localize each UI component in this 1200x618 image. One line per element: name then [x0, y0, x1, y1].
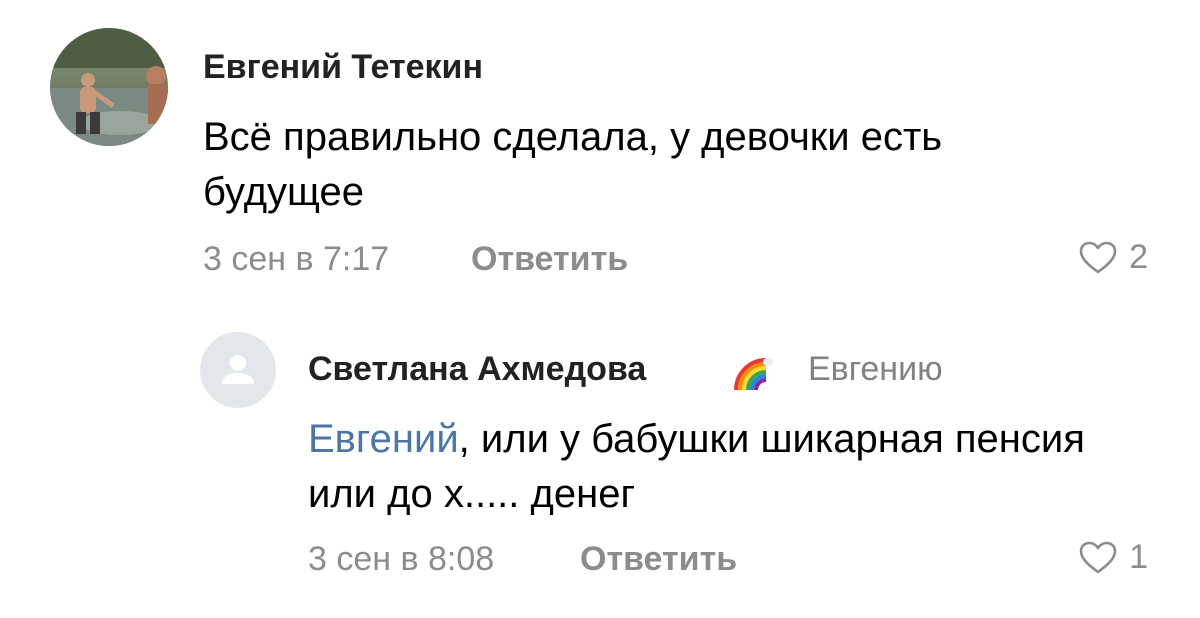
comment-author[interactable]: Евгений Тетекин [203, 48, 483, 87]
comment-reply: Светлана Ахмедова Евгению Евгений, или у… [200, 332, 1160, 592]
heart-outline-icon [1079, 241, 1117, 273]
comment-text: Евгений, или у бабушки шикарная пенсия и… [308, 412, 1108, 522]
comment-author[interactable]: Светлана Ахмедова [308, 350, 646, 389]
reply-to-link[interactable]: Евгению [808, 350, 943, 389]
heart-outline-icon [1079, 541, 1117, 573]
comment-text: Всё правильно сделала, у девочки есть бу… [203, 115, 943, 214]
reply-button[interactable]: Ответить [471, 240, 628, 279]
like-button[interactable]: 1 [1079, 538, 1148, 577]
mention-link[interactable]: Евгений [308, 417, 459, 461]
comment-timestamp: 3 сен в 8:08 [308, 540, 495, 578]
comment: Евгений Тетекин Всё правильно сделала, у… [50, 28, 1160, 298]
like-button[interactable]: 2 [1079, 238, 1148, 277]
avatar[interactable] [200, 332, 276, 408]
user-placeholder-icon [222, 355, 254, 384]
reply-button[interactable]: Ответить [580, 540, 737, 579]
comment-timestamp: 3 сен в 7:17 [203, 240, 390, 278]
like-count: 1 [1129, 538, 1148, 576]
like-count: 2 [1129, 238, 1148, 276]
avatar[interactable] [50, 28, 168, 146]
rainbow-icon [734, 358, 773, 391]
avatar-photo [50, 28, 168, 146]
